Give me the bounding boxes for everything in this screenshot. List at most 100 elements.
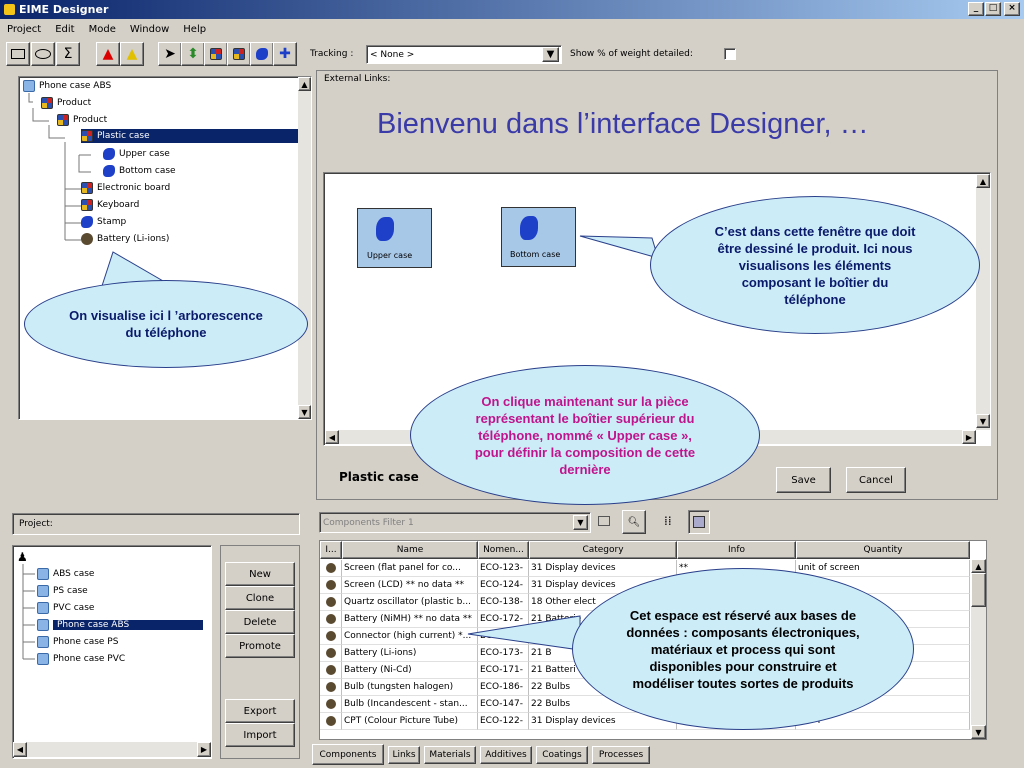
scroll-up-icon[interactable]: ▲ <box>298 77 311 91</box>
promote-button[interactable]: Promote <box>225 634 295 658</box>
column-header-info[interactable]: Info <box>677 541 796 559</box>
tree-node-phone-case-abs[interactable]: Phone case ABS <box>23 79 111 93</box>
menu-help[interactable]: Help <box>176 24 213 35</box>
scroll-right-icon[interactable]: ▶ <box>197 742 211 757</box>
menu-edit[interactable]: Edit <box>48 24 81 35</box>
tree-scrollbar[interactable]: ▲ ▼ <box>298 77 311 419</box>
cell-name: Screen (flat panel for co... <box>342 560 478 577</box>
menu-mode[interactable]: Mode <box>82 24 123 35</box>
new-button[interactable]: New <box>225 562 295 586</box>
menu-project[interactable]: Project <box>0 24 48 35</box>
export-button[interactable]: Export <box>225 699 295 723</box>
column-header-category[interactable]: Category <box>529 541 677 559</box>
scroll-down-icon[interactable]: ▼ <box>971 725 986 739</box>
cell-name: Quartz oscillator (plastic b... <box>342 594 478 611</box>
ellipse-tool-button[interactable] <box>31 42 55 66</box>
chevron-down-icon[interactable]: ▼ <box>542 47 559 62</box>
tree-node-bottom-case[interactable]: Bottom case <box>103 164 176 178</box>
project-hscrollbar[interactable]: ◀ ▶ <box>13 742 211 757</box>
tree-node-battery[interactable]: Battery (Li-ions) <box>81 232 169 246</box>
scroll-left-icon[interactable]: ◀ <box>325 430 339 444</box>
table-scrollbar[interactable]: ▲ ▼ <box>971 559 986 739</box>
upper-case-part[interactable]: Upper case <box>357 208 432 268</box>
tab-processes[interactable]: Processes <box>592 746 650 764</box>
pointer-tool-button[interactable]: ➤ <box>158 42 182 66</box>
bottom-case-part[interactable]: Bottom case <box>501 207 576 267</box>
part-tool-button[interactable] <box>250 42 274 66</box>
show-weight-checkbox[interactable] <box>724 48 736 60</box>
column-header-icon[interactable]: I... <box>320 541 342 559</box>
tree-node-product-sub[interactable]: Product <box>57 113 107 127</box>
tab-components[interactable]: Components <box>312 744 384 765</box>
chevron-down-icon[interactable]: ▼ <box>573 515 588 530</box>
tree-node-electronic-board[interactable]: Electronic board <box>81 181 170 195</box>
column-header-quantity[interactable]: Quantity <box>796 541 970 559</box>
sum-tool-button[interactable]: Σ <box>56 42 80 66</box>
tab-links[interactable]: Links <box>388 746 420 764</box>
scroll-right-icon[interactable]: ▶ <box>962 430 976 444</box>
scroll-down-icon[interactable]: ▼ <box>976 414 990 428</box>
column-header-name[interactable]: Name <box>342 541 478 559</box>
project-item-phone-case-pvc[interactable]: Phone case PVC <box>37 652 125 666</box>
project-item-ps-case[interactable]: PS case <box>37 584 88 598</box>
project-item-phone-case-abs[interactable]: Phone case ABS <box>37 618 203 632</box>
cancel-button[interactable]: Cancel <box>846 467 906 493</box>
sort-icon[interactable]: ⁞⁞ <box>664 514 672 528</box>
part-icon <box>103 148 115 160</box>
part-icon <box>376 217 394 241</box>
maximize-button[interactable]: □ <box>985 2 1001 16</box>
project-item-abs-case[interactable]: ABS case <box>37 567 94 581</box>
add-product-button[interactable] <box>227 42 251 66</box>
component-icon <box>326 614 336 624</box>
component-icon <box>326 716 336 726</box>
tree-node-plastic-case[interactable]: Plastic case <box>81 129 299 143</box>
project-item-phone-case-ps[interactable]: Phone case PS <box>37 635 118 649</box>
tree-node-keyboard[interactable]: Keyboard <box>81 198 139 212</box>
cell-nomenclature: ECO-171- <box>478 662 529 679</box>
filter-toggle-icon[interactable] <box>598 516 610 526</box>
cell-name: Screen (LCD) ** no data ** <box>342 577 478 594</box>
tracking-select[interactable]: < None > ▼ <box>366 45 562 64</box>
add-part-button[interactable]: ✚ <box>273 42 297 66</box>
product-icon <box>81 130 93 142</box>
add-product-icon <box>233 48 245 60</box>
project-item-pvc-case[interactable]: PVC case <box>37 601 94 615</box>
scroll-up-icon[interactable]: ▲ <box>976 174 990 188</box>
tab-additives[interactable]: Additives <box>480 746 532 764</box>
delete-button[interactable]: Delete <box>225 610 295 634</box>
column-header-nomenclature[interactable]: Nomen... <box>478 541 529 559</box>
rectangle-tool-button[interactable] <box>6 42 30 66</box>
scroll-thumb[interactable] <box>971 573 986 607</box>
component-icon <box>326 631 336 641</box>
tree-node-upper-case[interactable]: Upper case <box>103 147 170 161</box>
canvas-vscrollbar[interactable]: ▲ ▼ <box>976 174 990 430</box>
alert-yellow-button[interactable]: ▲ <box>120 42 144 66</box>
scroll-down-icon[interactable]: ▼ <box>298 405 311 419</box>
table-view-button[interactable] <box>688 510 710 534</box>
warning-yellow-icon: ▲ <box>126 46 138 62</box>
link-tool-button[interactable]: ⬍ <box>181 42 205 66</box>
cell-name: Bulb (Incandescent - stan... <box>342 696 478 713</box>
cell-name: CPT (Colour Picture Tube) <box>342 713 478 730</box>
components-filter-select[interactable]: Components Filter 1 ▼ <box>319 512 591 533</box>
close-button[interactable]: × <box>1004 2 1020 16</box>
scroll-left-icon[interactable]: ◀ <box>13 742 27 757</box>
minimize-button[interactable]: _ <box>968 2 984 16</box>
part-icon <box>256 48 268 60</box>
cell-name: Bulb (tungsten halogen) <box>342 679 478 696</box>
alert-red-button[interactable]: ▲ <box>96 42 120 66</box>
tree-node-product[interactable]: Product <box>41 96 91 110</box>
save-button[interactable]: Save <box>776 467 831 493</box>
tab-coatings[interactable]: Coatings <box>536 746 588 764</box>
import-button[interactable]: Import <box>225 723 295 747</box>
tab-materials[interactable]: Materials <box>424 746 476 764</box>
menu-window[interactable]: Window <box>123 24 176 35</box>
component-icon <box>326 682 336 692</box>
part-icon <box>103 165 115 177</box>
click-callout: On clique maintenant sur la pièce représ… <box>410 365 760 505</box>
product-tool-button[interactable] <box>204 42 228 66</box>
search-filter-button[interactable]: 🔍︎ <box>622 510 646 534</box>
tree-node-stamp[interactable]: Stamp <box>81 215 126 229</box>
scroll-up-icon[interactable]: ▲ <box>971 559 986 573</box>
clone-button[interactable]: Clone <box>225 586 295 610</box>
